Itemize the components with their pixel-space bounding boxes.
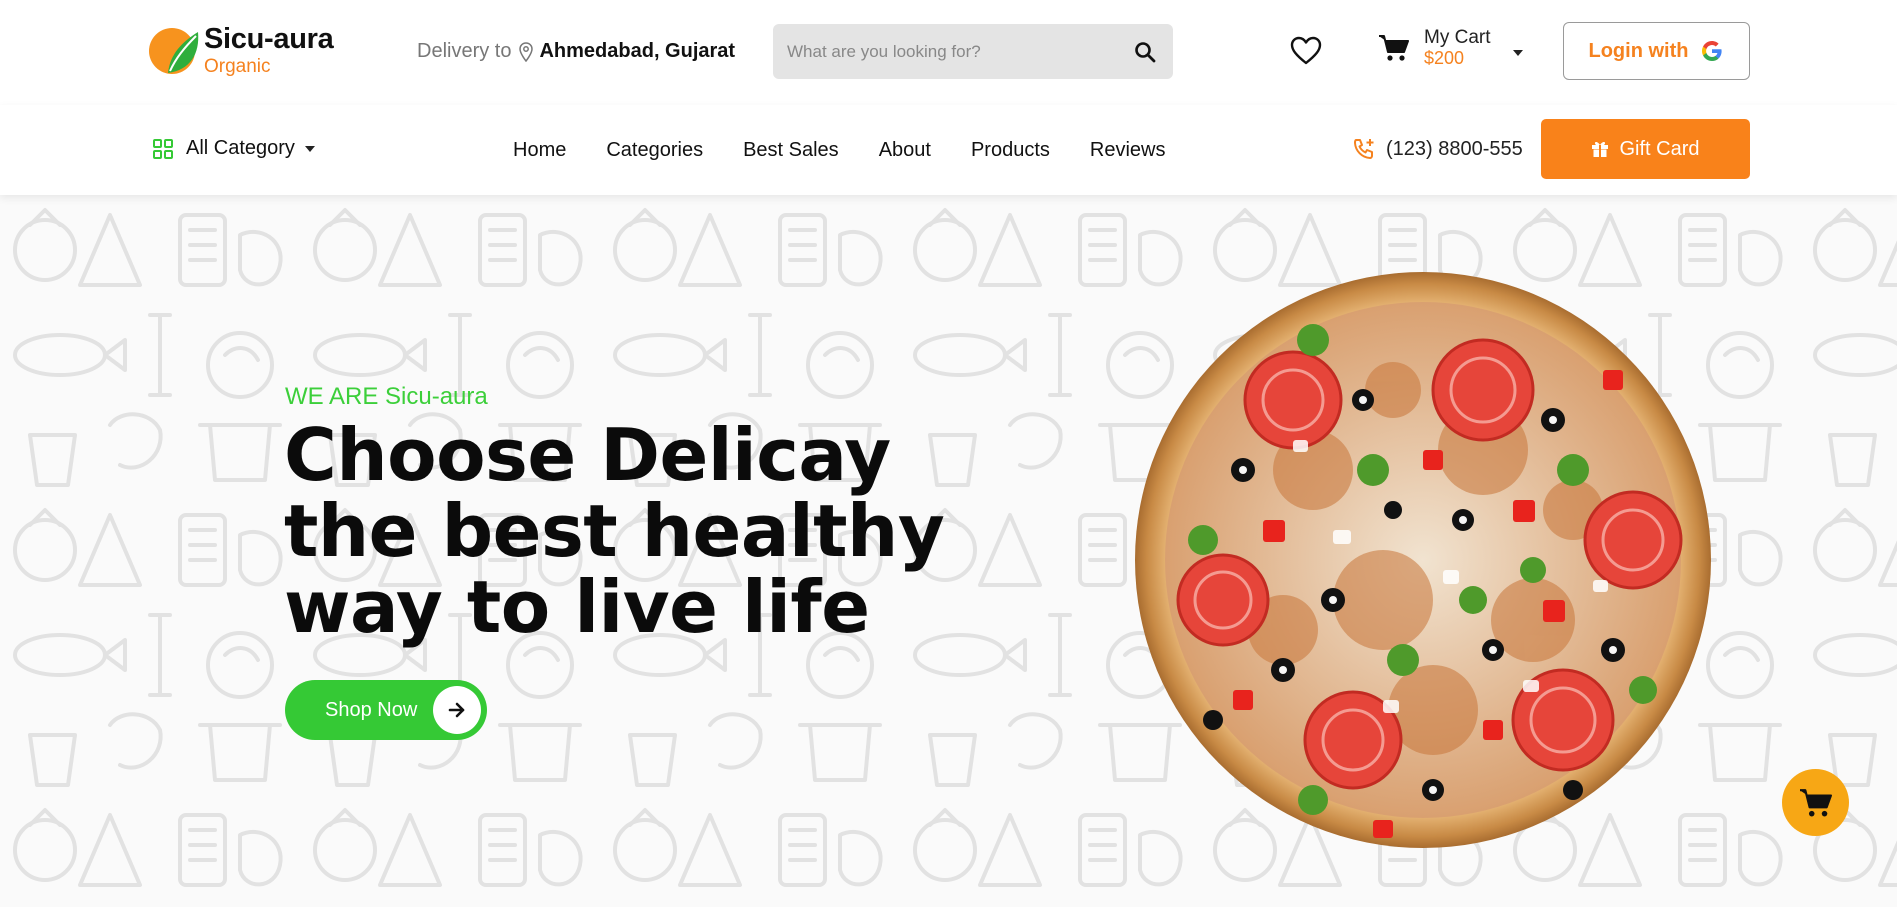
gift-card-label: Gift Card [1619,137,1700,160]
hero-tagline: WE ARE Sicu-aura [285,383,488,410]
delivery-label: Delivery to [417,40,512,62]
arrow-right-icon [433,686,481,734]
login-google-button[interactable]: Login with [1563,22,1750,80]
all-category-label: All Category [186,137,295,159]
gift-card-button[interactable]: Gift Card [1541,119,1750,179]
search-input[interactable] [787,41,1131,62]
search-bar [773,24,1173,79]
hero-heading-line-1: Choose Delicay [284,413,891,497]
nav-best-sales[interactable]: Best Sales [743,139,839,162]
main-nav-bar: All Category Home Categories Best Sales … [0,105,1897,195]
cart-summary[interactable]: My Cart $200 [1378,27,1523,69]
delivery-location[interactable]: Delivery to Ahmedabad, Gujarat [417,40,735,63]
shop-now-button[interactable]: Shop Now [285,680,487,740]
hero-banner: WE ARE Sicu-aura Choose Delicay the best… [0,195,1897,907]
location-pin-icon [519,41,534,62]
delivery-city: Ahmedabad, Gujarat [539,40,736,62]
contact-phone[interactable]: (123) 8800-555 [1352,137,1523,161]
search-button[interactable] [1131,38,1159,66]
nav-categories[interactable]: Categories [606,139,703,162]
grid-icon [153,138,173,159]
hero-heading-line-2: the best healthy [284,489,945,573]
shop-now-label: Shop Now [325,698,418,721]
leaf-logo-icon [149,28,199,74]
chevron-down-icon [304,145,315,152]
hero-heading-line-3: way to live life [284,565,870,649]
hero-heading: Choose Delicay the best healthy way to l… [284,417,984,645]
phone-number: (123) 8800-555 [1386,137,1523,160]
gift-icon [1592,141,1609,157]
nav-products[interactable]: Products [971,139,1050,162]
google-icon [1702,41,1723,61]
cart-label: My Cart [1424,27,1491,48]
search-icon [1135,41,1156,62]
chevron-down-icon [1512,50,1523,57]
heart-icon[interactable] [1290,36,1322,66]
brand-tagline: Organic [204,55,271,77]
login-label: Login with [1588,39,1689,62]
phone-plus-icon [1354,139,1374,159]
cart-icon [1379,35,1409,61]
cart-amount: $200 [1424,47,1465,68]
cart-icon [1799,788,1832,816]
brand-name: Sicu-aura [204,22,334,55]
nav-about[interactable]: About [879,139,931,162]
primary-menu: Home Categories Best Sales About Product… [513,139,1205,162]
floating-cart-button[interactable] [1782,769,1849,836]
top-header: Sicu-aura Organic Delivery to Ahmedabad,… [0,0,1897,105]
nav-reviews[interactable]: Reviews [1090,139,1166,162]
pizza-image [1135,272,1711,848]
nav-home[interactable]: Home [513,139,566,162]
brand-logo[interactable]: Sicu-aura Organic [148,22,334,77]
all-category-dropdown[interactable]: All Category [153,137,315,160]
